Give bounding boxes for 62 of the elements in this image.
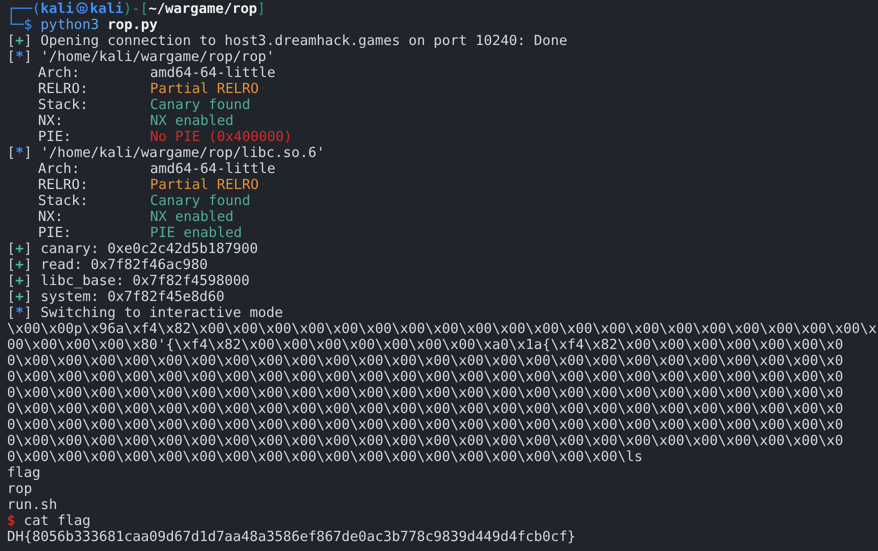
property-label: Arch:: [37, 65, 81, 81]
output-line: 0\x00\x00\x00\x00\x00\x00\x00\x00\x00\x00\x00\x00\x00\x00\x00\x00\x00\x00\x00\x00\x00\x00\x00\x00\x0: [7, 369, 844, 385]
prompt-host: kali: [90, 1, 124, 17]
command-name: python3: [40, 17, 100, 33]
output-line: run.sh: [7, 497, 58, 513]
output-line: flag: [7, 465, 40, 481]
log-message: '/home/kali/wargame/rop/rop': [40, 49, 275, 65]
circled-symbol-icon: [76, 2, 88, 14]
prompt-path: ~/wargame/rop: [148, 1, 258, 17]
log-message: Switching to interactive mode: [40, 305, 284, 321]
output-line: rop: [7, 481, 32, 497]
log-marker: [+]: [7, 33, 32, 49]
property-label: PIE:: [37, 129, 72, 145]
output-line: 0\x00\x00\x00\x00\x00\x00\x00\x00\x00\x00\x00\x00\x00\x00\x00\x00\x00\x00\x00\x00\x00\x00\x00\x00\x0: [7, 417, 844, 433]
log-marker: [+]: [7, 257, 32, 273]
log-marker: [+]: [7, 289, 32, 305]
log-message: libc_base: 0x7f82f4598000: [40, 273, 250, 289]
output-line: 0\x00\x00\x00\x00\x00\x00\x00\x00\x00\x00\x00\x00\x00\x00\x00\x00\x00\x00\x00\x00\x00\x00\x00\x00\x0: [7, 353, 844, 369]
output-line: 0\x00\x00\x00\x00\x00\x00\x00\x00\x00\x00\x00\x00\x00\x00\x00\x00\x00\x00\x00\x00\x00\x00\x00\x00\x0: [7, 433, 844, 449]
property-label: NX:: [37, 209, 64, 225]
prompt-frame: ]: [257, 1, 266, 17]
property-value: NX enabled: [150, 113, 234, 129]
property-label: NX:: [37, 113, 64, 129]
output-line: 0\x00\x00\x00\x00\x00\x00\x00\x00\x00\x00\x00\x00\x00\x00\x00\x00\x00\x00\x00\x00\x00\x00\x00\x00\x0: [7, 385, 844, 401]
output-line: 0\x00\x00\x00\x00\x00\x00\x00\x00\x00\x00\x00\x00\x00\x00\x00\x00\x00\x00\ls: [7, 449, 643, 465]
property-label: Stack:: [37, 193, 90, 209]
property-value: amd64-64-little: [150, 65, 276, 81]
log-message: canary: 0xe0c2c42d5b187900: [40, 241, 258, 257]
property-label: PIE:: [37, 225, 72, 241]
prompt-frame: └─: [7, 17, 24, 33]
output-line: 00\x00\x00\x00\x80'{\xf4\x82\x00\x00\x00\x00\x00\x00\x00\xa0\x1a{\xf4\x82\x00\x00\x00\x00\x00\x00\x0: [7, 337, 844, 353]
shell-command: cat flag: [24, 513, 91, 529]
property-value: Canary found: [150, 193, 250, 209]
property-value: amd64-64-little: [150, 161, 276, 177]
prompt-frame: )-[: [123, 1, 148, 17]
output-line: DH{8056b333681caa09d67d1d7aa48a3586ef867de0ac3b778c9839d449d4fcb0cf}: [7, 529, 576, 545]
property-value: PIE enabled: [150, 225, 242, 241]
shell-prompt-symbol: $: [7, 513, 16, 529]
property-label: RELRO:: [37, 81, 90, 97]
property-label: Arch:: [37, 161, 81, 177]
log-message: Opening connection to host3.dreamhack.games on port 10240: Done: [40, 33, 568, 49]
log-marker: [*]: [7, 305, 32, 321]
property-value: Partial RELRO: [150, 177, 259, 193]
property-label: RELRO:: [37, 177, 90, 193]
command-argument: rop.py: [107, 17, 158, 33]
property-value: Canary found: [150, 97, 250, 113]
log-message: read: 0x7f82f46ac980: [40, 257, 208, 273]
output-line: \x00\x00p\x96a\xf4\x82\x00\x00\x00\x00\x00\x00\x00\x00\x00\x00\x00\x00\x00\x00\x00\x00\x00\x00\x00\x00\x: [7, 321, 877, 337]
prompt-symbol: $: [24, 17, 32, 33]
prompt-frame: ┌──(: [7, 1, 40, 17]
property-value: NX enabled: [150, 209, 234, 225]
log-marker: [+]: [7, 241, 32, 257]
prompt-user: kali: [40, 1, 74, 17]
property-value: No PIE (0x400000): [150, 129, 292, 145]
log-marker: [*]: [7, 49, 32, 65]
log-message: '/home/kali/wargame/rop/libc.so.6': [40, 145, 325, 161]
log-marker: [+]: [7, 273, 32, 289]
output-line: 0\x00\x00\x00\x00\x00\x00\x00\x00\x00\x00\x00\x00\x00\x00\x00\x00\x00\x00\x00\x00\x00\x00\x00\x00\x0: [7, 401, 844, 417]
property-value: Partial RELRO: [150, 81, 259, 97]
log-marker: [*]: [7, 145, 32, 161]
property-label: Stack:: [37, 97, 90, 113]
log-message: system: 0x7f82f45e8d60: [40, 289, 224, 305]
